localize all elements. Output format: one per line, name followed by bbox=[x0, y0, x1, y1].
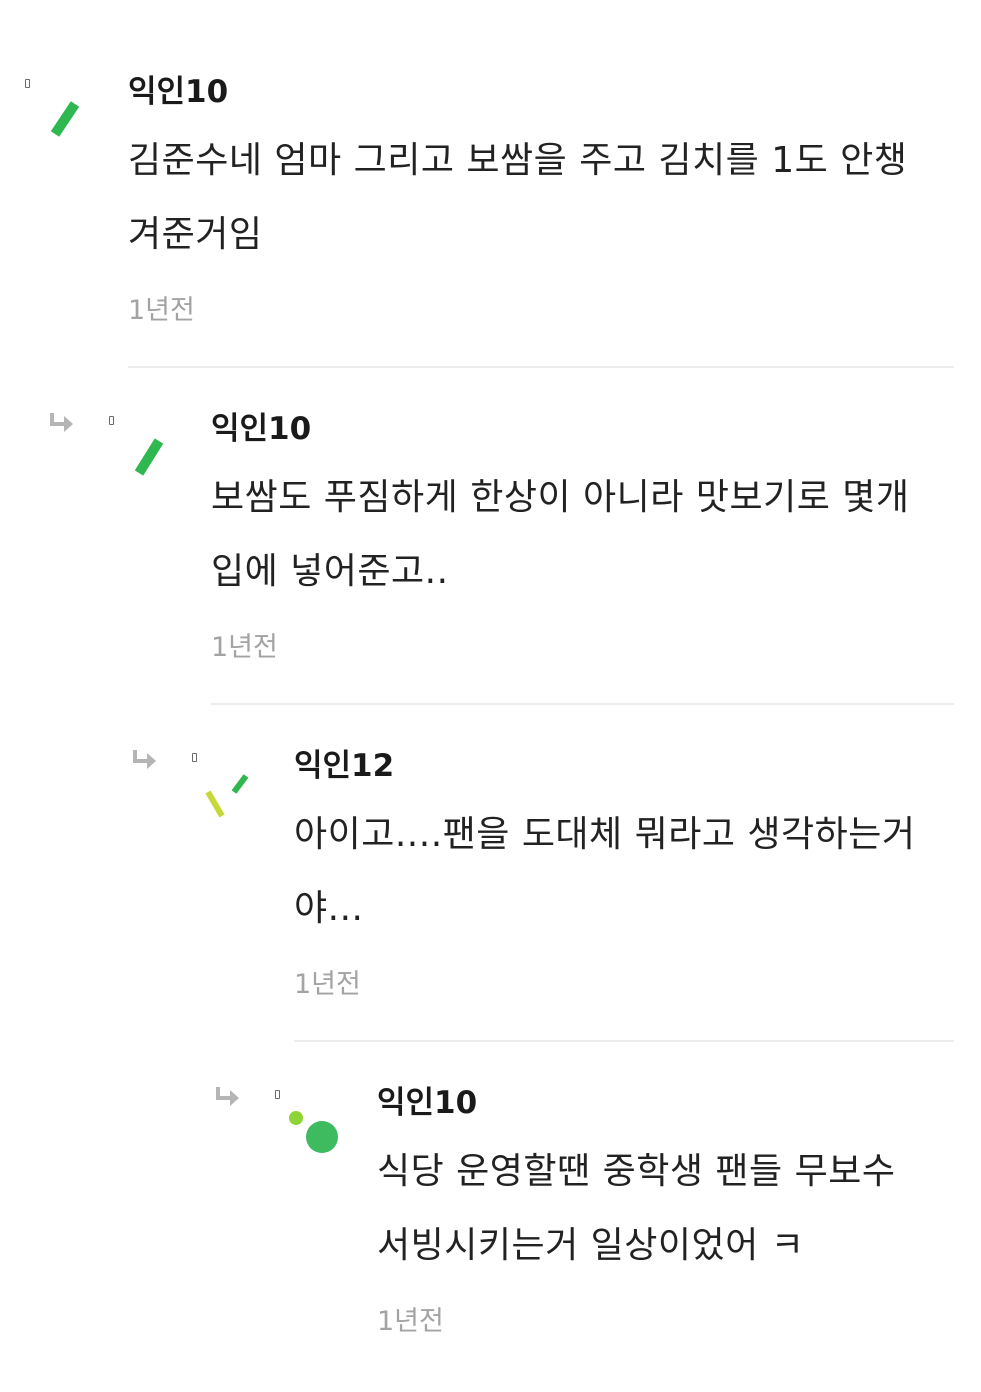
green-slash-icon bbox=[50, 101, 80, 137]
avatar[interactable] bbox=[28, 88, 118, 168]
comment-body-line: 아이고....팬을 도대체 뭐라고 생각하는거 bbox=[294, 814, 916, 855]
comment-body-line: 입에 넣어준고.. bbox=[211, 551, 449, 592]
comment-timestamp: 1년전 bbox=[377, 1306, 444, 1337]
avatar[interactable] bbox=[277, 1099, 367, 1179]
divider bbox=[294, 1040, 954, 1042]
avatar[interactable] bbox=[194, 762, 284, 842]
image-placeholder-icon bbox=[109, 416, 114, 425]
comment-timestamp: 1년전 bbox=[294, 969, 361, 1000]
comment-author[interactable]: 익인10 bbox=[377, 1083, 477, 1123]
comment-body: 김준수네 엄마 그리고 보쌈을 주고 김치를 1도 안챙 겨준거임 bbox=[128, 124, 907, 272]
image-placeholder-icon bbox=[25, 79, 30, 88]
image-placeholder-icon bbox=[192, 753, 197, 762]
comment-author[interactable]: 익인10 bbox=[128, 72, 228, 112]
reply-arrow-icon bbox=[129, 748, 159, 774]
comment-body-line: 김준수네 엄마 그리고 보쌈을 주고 김치를 1도 안챙 bbox=[128, 140, 908, 181]
image-placeholder-icon bbox=[275, 1090, 280, 1099]
comment-body-line: 겨준거임 bbox=[128, 214, 263, 255]
comment-body-line: 식당 운영할땐 중학생 팬들 무보수 bbox=[377, 1151, 896, 1192]
comment-timestamp: 1년전 bbox=[211, 632, 278, 663]
divider bbox=[211, 703, 954, 705]
avatar[interactable] bbox=[111, 425, 201, 505]
comment-timestamp: 1년전 bbox=[128, 295, 195, 326]
comment-body: 식당 운영할땐 중학생 팬들 무보수 서빙시키는거 일상이었어 ㅋ bbox=[377, 1135, 895, 1283]
reply-arrow-icon bbox=[46, 411, 76, 437]
green-dots-icon bbox=[289, 1111, 338, 1153]
comment-body-line: 야... bbox=[294, 888, 364, 929]
comment-body: 보쌈도 푸짐하게 한상이 아니라 맛보기로 몇개 입에 넣어준고.. bbox=[211, 461, 910, 609]
comment-body-line: 서빙시키는거 일상이었어 ㅋ bbox=[377, 1225, 805, 1266]
yellow-green-v-icon bbox=[205, 774, 249, 818]
comment-body-line: 보쌈도 푸짐하게 한상이 아니라 맛보기로 몇개 bbox=[211, 477, 910, 518]
green-slash-icon bbox=[134, 438, 164, 476]
divider bbox=[128, 366, 954, 368]
comment-author[interactable]: 익인10 bbox=[211, 409, 311, 449]
comment-body: 아이고....팬을 도대체 뭐라고 생각하는거 야... bbox=[294, 798, 916, 946]
reply-arrow-icon bbox=[212, 1085, 242, 1111]
comment-author[interactable]: 익인12 bbox=[294, 746, 394, 786]
